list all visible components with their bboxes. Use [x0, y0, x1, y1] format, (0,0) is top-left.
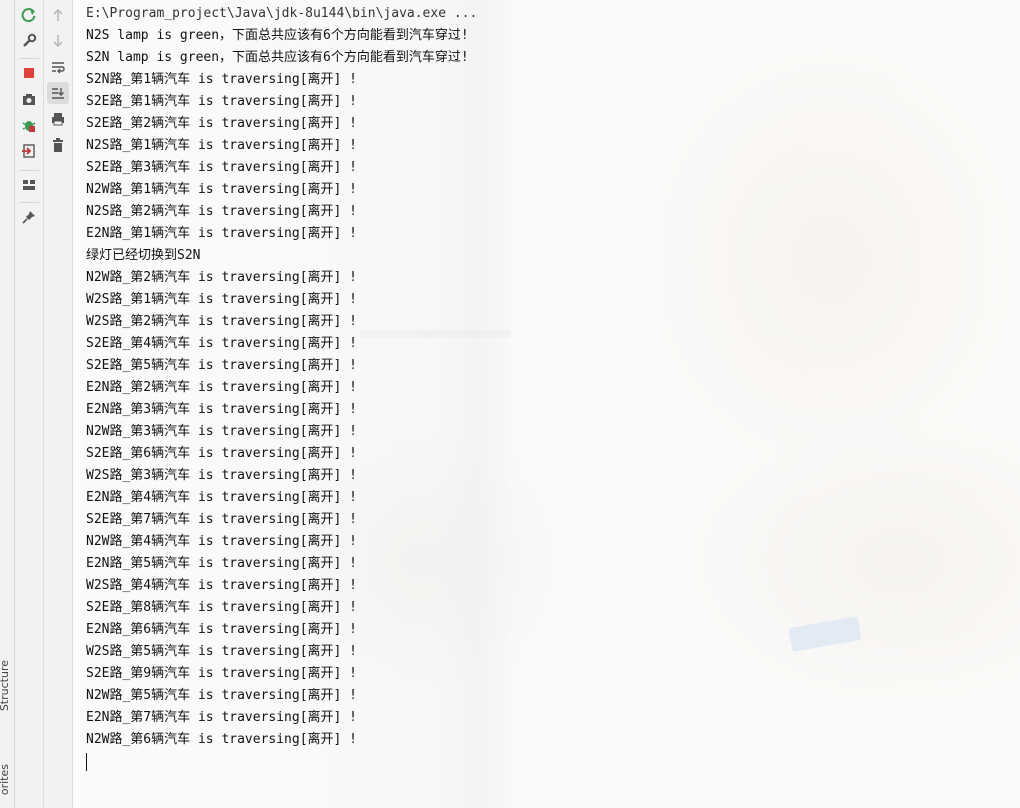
scroll-to-end-button[interactable]: [47, 82, 69, 104]
console-output-line: W2S路_第5辆汽车 is traversing[离开] !: [86, 644, 358, 659]
console-output-line: S2E路_第7辆汽车 is traversing[离开] !: [86, 512, 358, 527]
console-output-line: N2W路_第4辆汽车 is traversing[离开] !: [86, 534, 358, 549]
console-output-lines: N2S lamp is green，下面总共应该有6个方向能看到汽车穿过! S2N…: [86, 25, 477, 751]
console-output-line: N2S lamp is green，下面总共应该有6个方向能看到汽车穿过!: [86, 28, 469, 43]
console-output-line: N2W路_第1辆汽车 is traversing[离开] !: [86, 182, 358, 197]
clear-all-button[interactable]: [47, 134, 69, 156]
debug-button[interactable]: [18, 114, 40, 136]
exit-button[interactable]: [18, 140, 40, 162]
console-output-line: W2S路_第2辆汽车 is traversing[离开] !: [86, 314, 358, 329]
console-output-line: S2E路_第6辆汽车 is traversing[离开] !: [86, 446, 358, 461]
console-output-line: E2N路_第4辆汽车 is traversing[离开] !: [86, 490, 358, 505]
console-output-line: S2E路_第9辆汽车 is traversing[离开] !: [86, 666, 358, 681]
console-output-line: W2S路_第3辆汽车 is traversing[离开] !: [86, 468, 358, 483]
console-output-line: S2N lamp is green，下面总共应该有6个方向能看到汽车穿过!: [86, 50, 469, 65]
console-output-line: N2W路_第6辆汽车 is traversing[离开] !: [86, 732, 358, 747]
console-output-line: S2E路_第4辆汽车 is traversing[离开] !: [86, 336, 358, 351]
print-button[interactable]: [47, 108, 69, 130]
stop-icon: [24, 68, 34, 78]
rerun-button[interactable]: [18, 4, 40, 26]
run-toolbar-right: [44, 0, 73, 808]
console-output-line: S2N路_第1辆汽车 is traversing[离开] !: [86, 72, 358, 87]
side-tab-favorites[interactable]: orites: [0, 764, 11, 795]
console-output-line: S2E路_第5辆汽车 is traversing[离开] !: [86, 358, 358, 373]
dump-threads-button[interactable]: [18, 88, 40, 110]
layout-button[interactable]: [18, 174, 40, 196]
toolbar-separator: [19, 170, 39, 171]
run-toolbar-left: [15, 0, 44, 808]
scroll-to-end-icon: [52, 88, 64, 99]
console-output-line: W2S路_第1辆汽车 is traversing[离开] !: [86, 292, 358, 307]
console-output-panel[interactable]: E:\Program_project\Java\jdk-8u144\bin\ja…: [73, 0, 1020, 808]
wrench-icon: [23, 33, 37, 47]
console-output-line: E2N路_第6辆汽车 is traversing[离开] !: [86, 622, 358, 637]
console-output-line: 绿灯已经切换到S2N: [86, 248, 201, 263]
soft-wrap-button[interactable]: [47, 56, 69, 78]
toolbar-separator: [19, 58, 39, 59]
console-output-line: E2N路_第2辆汽车 is traversing[离开] !: [86, 380, 358, 395]
console-output-line: E2N路_第1辆汽车 is traversing[离开] !: [86, 226, 358, 241]
console-output-line: N2S路_第1辆汽车 is traversing[离开] !: [86, 138, 358, 153]
console-output-line: S2E路_第8辆汽车 is traversing[离开] !: [86, 600, 358, 615]
console-output-line: E2N路_第7辆汽车 is traversing[离开] !: [86, 710, 358, 725]
console-output-line: N2W路_第5辆汽车 is traversing[离开] !: [86, 688, 358, 703]
arrow-up-icon: [53, 8, 63, 21]
console-output-line: N2W路_第3辆汽车 is traversing[离开] !: [86, 424, 358, 439]
next-occurrence-button[interactable]: [47, 30, 69, 52]
pin-tab-button[interactable]: [18, 206, 40, 228]
console-output-line: E2N路_第3辆汽车 is traversing[离开] !: [86, 402, 358, 417]
console-output-line: S2E路_第2辆汽车 is traversing[离开] !: [86, 116, 358, 131]
console-output-line: S2E路_第1辆汽车 is traversing[离开] !: [86, 94, 358, 109]
stop-button[interactable]: [18, 62, 40, 84]
soft-wrap-icon: [52, 62, 65, 74]
arrow-down-icon: [53, 35, 63, 48]
side-tab-structure[interactable]: Structure: [0, 660, 11, 711]
console-output-line: N2W路_第2辆汽车 is traversing[离开] !: [86, 270, 358, 285]
trash-icon: [53, 138, 63, 152]
console-output-line: S2E路_第3辆汽车 is traversing[离开] !: [86, 160, 358, 175]
structure-tab-label: Structure: [0, 660, 11, 712]
favorites-tab-label: orites: [0, 764, 11, 796]
console-output-line: E2N路_第5辆汽车 is traversing[离开] !: [86, 556, 358, 571]
previous-occurrence-button[interactable]: [47, 4, 69, 26]
debug-bug-icon: [22, 121, 36, 132]
console-output-line: N2S路_第2辆汽车 is traversing[离开] !: [86, 204, 358, 219]
console-lines: E:\Program_project\Java\jdk-8u144\bin\ja…: [86, 3, 477, 771]
rerun-icon: [21, 8, 36, 23]
side-tool-strip: Structure orites: [0, 0, 15, 808]
pin-icon: [22, 211, 35, 224]
print-icon: [52, 113, 64, 126]
camera-icon: [23, 94, 35, 105]
console-command-line: E:\Program_project\Java\jdk-8u144\bin\ja…: [86, 6, 478, 21]
text-caret: [86, 753, 87, 771]
layout-icon: [23, 180, 35, 190]
console-output-line: W2S路_第4辆汽车 is traversing[离开] !: [86, 578, 358, 593]
exit-icon: [22, 144, 35, 158]
settings-button[interactable]: [18, 30, 40, 52]
toolbar-separator: [19, 202, 39, 203]
